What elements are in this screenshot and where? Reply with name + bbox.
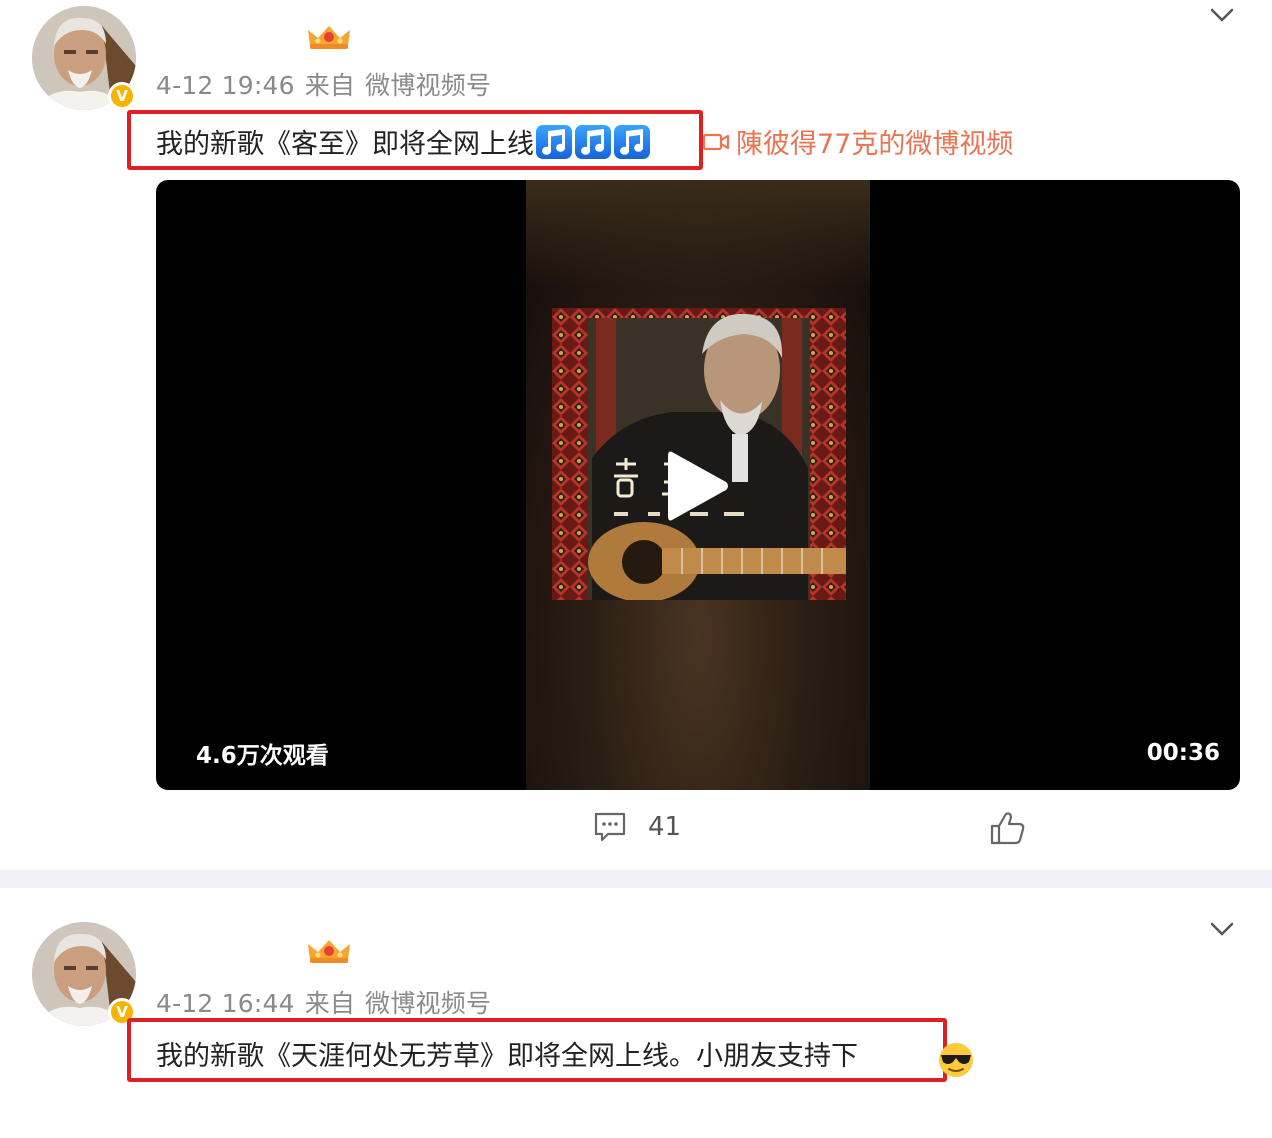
post-actions: 41 <box>0 810 1272 854</box>
post-content-text: 我的新歌《客至》即将全网上线 <box>156 129 534 160</box>
like-button[interactable] <box>988 810 1026 850</box>
post-timestamp[interactable]: 4-12 16:44 <box>156 989 295 1018</box>
crown-icon <box>308 940 350 963</box>
video-player[interactable]: 4.6万次观看 00:36 <box>156 180 1240 790</box>
avatar[interactable]: V <box>32 922 136 1026</box>
weibo-post-2: V 4-12 16:44 来自 微博视频号 我的新歌《天涯何处无芳草》即将全网上线。… <box>0 888 1272 1138</box>
cool-sunglasses-emoji-icon <box>939 1043 973 1077</box>
comment-button[interactable]: 41 <box>592 810 681 844</box>
post-meta: 4-12 16:44 来自 微博视频号 <box>156 984 491 1020</box>
music-note-icon <box>536 125 650 159</box>
post-content-text: 我的新歌《天涯何处无芳草》即将全网上线。小朋友支持下 <box>156 1041 858 1072</box>
view-count: 4.6万次观看 <box>196 743 329 769</box>
post-separator <box>0 870 1272 888</box>
comment-count: 41 <box>648 812 682 842</box>
video-duration: 00:36 <box>1146 740 1220 766</box>
post-source[interactable]: 微博视频号 <box>365 989 491 1018</box>
weibo-post-1: V 4-12 19:46 来自 微博视频号 我的新歌《客至》即将全网上线 陳彼得… <box>0 0 1272 870</box>
post-source[interactable]: 微博视频号 <box>365 71 491 100</box>
chevron-down-icon[interactable] <box>1206 4 1238 26</box>
post-meta: 4-12 19:46 来自 微博视频号 <box>156 66 491 102</box>
post-content: 我的新歌《天涯何处无芳草》即将全网上线。小朋友支持下 <box>156 1034 858 1073</box>
source-prefix: 来自 <box>304 989 356 1018</box>
post-content: 我的新歌《客至》即将全网上线 <box>156 122 652 166</box>
source-prefix: 来自 <box>304 71 356 100</box>
video-camera-icon <box>702 133 730 150</box>
verified-badge-icon: V <box>108 82 136 110</box>
video-link-label: 陳彼得77克的微博视频 <box>736 129 1014 160</box>
crown-icon <box>308 26 350 49</box>
play-icon[interactable] <box>666 448 730 524</box>
post-timestamp[interactable]: 4-12 19:46 <box>156 71 295 100</box>
avatar[interactable]: V <box>32 6 136 110</box>
thumbs-up-icon <box>990 812 1025 845</box>
chevron-down-icon[interactable] <box>1206 918 1238 940</box>
music-notes <box>536 125 652 166</box>
video-link[interactable]: 陳彼得77克的微博视频 <box>702 122 1013 161</box>
comment-icon <box>594 812 626 842</box>
